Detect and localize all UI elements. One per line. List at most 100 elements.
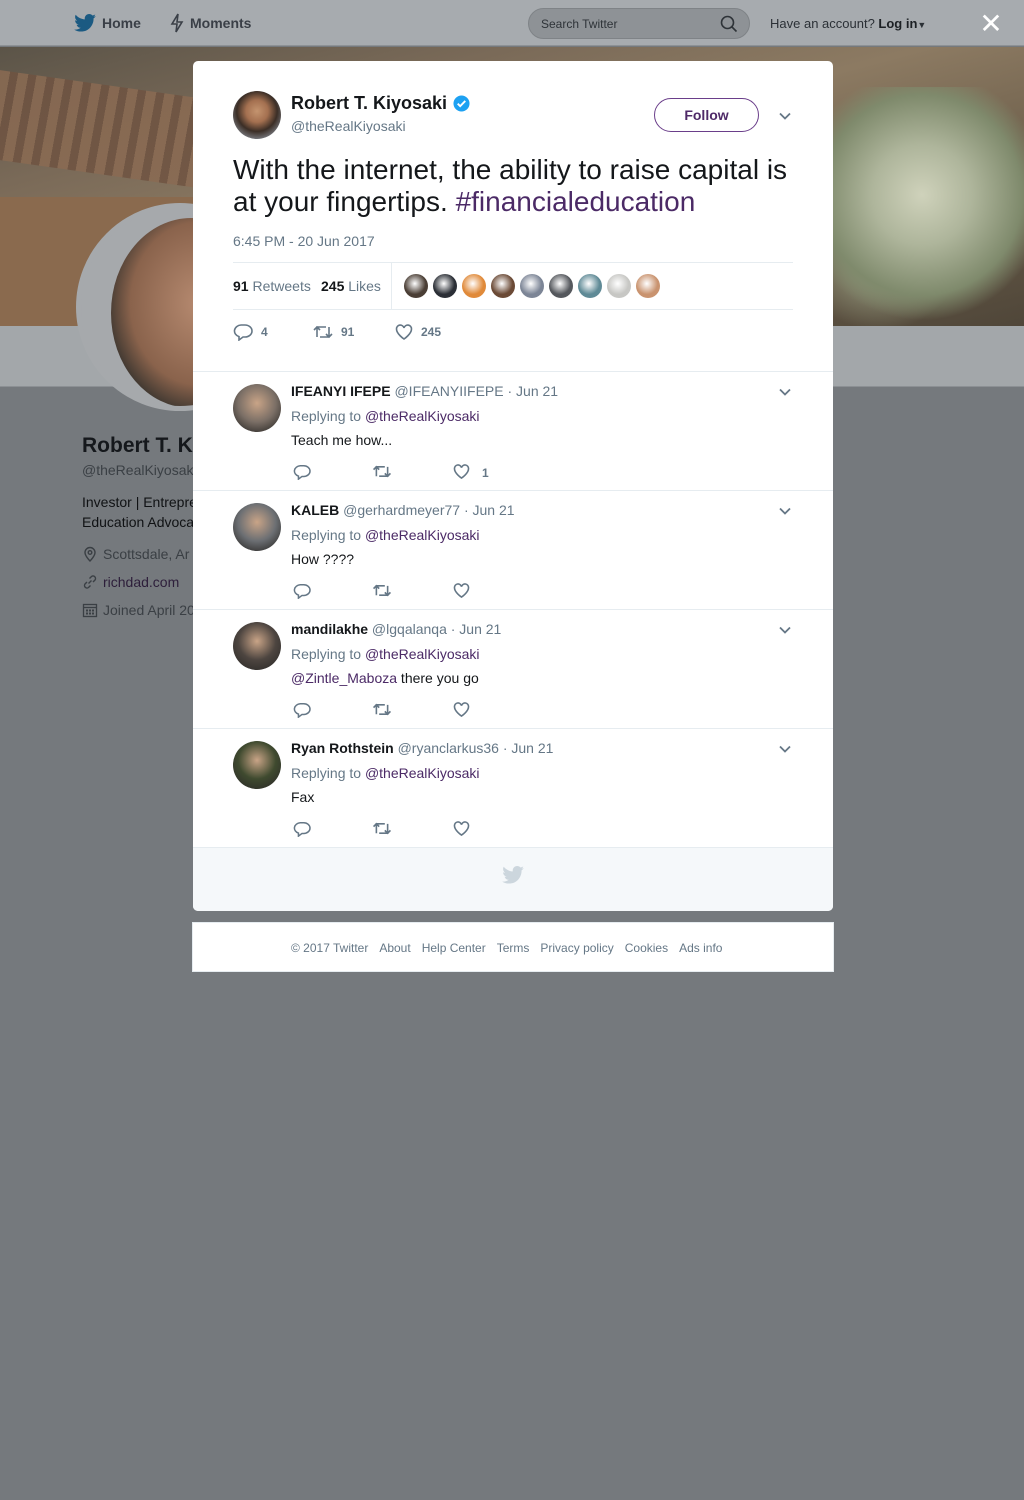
reply-retweet-action[interactable] <box>372 583 392 601</box>
liker-avatar[interactable] <box>433 274 457 298</box>
profile-website[interactable]: richdad.com <box>82 574 179 590</box>
replying-to-prefix: Replying to <box>291 765 362 781</box>
replying-to-prefix: Replying to <box>291 646 362 662</box>
reply-reply-action[interactable] <box>293 583 311 602</box>
liker-avatar[interactable] <box>491 274 515 298</box>
liker-avatar[interactable] <box>636 274 660 298</box>
liker-avatar[interactable] <box>578 274 602 298</box>
retweet-icon <box>313 325 333 339</box>
footer-help-link[interactable]: Help Center <box>422 941 486 955</box>
profile-handle: @theRealKiyosaki <box>82 462 197 478</box>
reply-author-handle[interactable]: @gerhardmeyer77 <box>343 502 460 518</box>
reply-text-body: there you go <box>397 670 479 686</box>
profile-joined-text: Joined April 20 <box>103 602 195 618</box>
reply-author-handle[interactable]: @ryanclarkus36 <box>398 740 499 756</box>
reply-like-action[interactable] <box>453 702 482 720</box>
reply-icon <box>293 702 311 721</box>
reply-action[interactable]: 4 <box>233 323 313 341</box>
reply-author-avatar[interactable] <box>233 503 281 551</box>
liker-avatar[interactable] <box>404 274 428 298</box>
replying-to-link[interactable]: @theRealKiyosaki <box>365 408 480 424</box>
reply-reply-action[interactable] <box>293 702 311 721</box>
replying-to-link[interactable]: @theRealKiyosaki <box>365 765 480 781</box>
tweet-hashtag-link[interactable]: #financialeducation <box>456 186 696 217</box>
retweet-action[interactable]: 91 <box>313 324 395 340</box>
reply-tweet[interactable]: Ryan Rothstein @ryanclarkus36 · Jun 21 Re… <box>193 728 833 847</box>
tweet-options-chevron-icon[interactable] <box>778 109 792 123</box>
tweet-author-avatar[interactable] <box>233 91 281 139</box>
link-icon <box>83 575 97 589</box>
tweet-author-handle[interactable]: @theRealKiyosaki <box>291 118 406 134</box>
search-placeholder: Search Twitter <box>541 17 618 31</box>
reply-like-action[interactable] <box>453 583 482 601</box>
reply-date[interactable]: · Jun 21 <box>507 383 558 399</box>
reply-author-name[interactable]: KALEB <box>291 502 339 518</box>
tweet-author-name[interactable]: Robert T. Kiyosaki <box>291 93 447 114</box>
reply-retweet-action[interactable] <box>372 821 392 839</box>
reply-author-name[interactable]: Ryan Rothstein <box>291 740 394 756</box>
likes-stat[interactable]: 245 Likes <box>321 278 381 294</box>
reply-options-chevron-icon[interactable] <box>778 742 792 756</box>
reply-date[interactable]: · Jun 21 <box>451 621 502 637</box>
footer-terms-link[interactable]: Terms <box>497 941 530 955</box>
tweet-timestamp[interactable]: 6:45 PM - 20 Jun 2017 <box>233 233 375 249</box>
reply-reply-action[interactable] <box>293 464 311 483</box>
reply-like-action[interactable] <box>453 821 482 839</box>
modal-footer <box>193 847 833 911</box>
login-area[interactable]: Have an account? Log in▼ <box>770 16 926 31</box>
liker-avatar[interactable] <box>549 274 573 298</box>
retweets-stat[interactable]: 91 Retweets <box>233 278 311 294</box>
nav-home[interactable]: Home <box>74 13 141 33</box>
search-icon[interactable] <box>720 15 738 33</box>
reply-header: Ryan Rothstein @ryanclarkus36 · Jun 21 <box>291 740 553 756</box>
footer-ads-link[interactable]: Ads info <box>679 941 722 955</box>
reply-icon <box>293 821 311 840</box>
reply-tweet[interactable]: IFEANYI IFEPE @IFEANYIIFEPE · Jun 21 Repl… <box>193 371 833 490</box>
stats-divider <box>391 263 392 309</box>
reply-text: Fax <box>291 789 314 805</box>
reply-author-avatar[interactable] <box>233 741 281 789</box>
reply-options-chevron-icon[interactable] <box>778 623 792 637</box>
likes-count: 245 <box>321 278 345 294</box>
reply-options-chevron-icon[interactable] <box>778 385 792 399</box>
reply-text-body: How ???? <box>291 551 355 567</box>
close-modal-button[interactable]: ✕ <box>978 10 1004 38</box>
reply-tweet[interactable]: KALEB @gerhardmeyer77 · Jun 21 Replying t… <box>193 490 833 609</box>
reply-retweet-action[interactable] <box>372 464 392 482</box>
footer-privacy-link[interactable]: Privacy policy <box>540 941 613 955</box>
reply-author-name[interactable]: IFEANYI IFEPE <box>291 383 391 399</box>
login-link[interactable]: Log in <box>878 16 917 31</box>
tweet-author-name-row[interactable]: Robert T. Kiyosaki <box>291 93 470 114</box>
reply-reply-action[interactable] <box>293 821 311 840</box>
footer-cookies-link[interactable]: Cookies <box>625 941 668 955</box>
reply-author-avatar[interactable] <box>233 622 281 670</box>
chevron-down-icon: ▼ <box>917 20 927 30</box>
top-navigation: Home Moments Search Twitter Have an acco… <box>0 0 1024 46</box>
reply-author-avatar[interactable] <box>233 384 281 432</box>
reply-author-handle[interactable]: @IFEANYIIFEPE <box>394 383 503 399</box>
liker-avatar[interactable] <box>607 274 631 298</box>
liker-avatar[interactable] <box>462 274 486 298</box>
profile-website-link[interactable]: richdad.com <box>103 574 179 590</box>
nav-moments[interactable]: Moments <box>170 13 251 33</box>
reply-options-chevron-icon[interactable] <box>778 504 792 518</box>
reply-author-name[interactable]: mandilakhe <box>291 621 368 637</box>
reply-mention-link[interactable]: @Zintle_Maboza <box>291 670 397 686</box>
like-action[interactable]: 245 <box>395 324 441 340</box>
replying-to-link[interactable]: @theRealKiyosaki <box>365 527 480 543</box>
footer-about-link[interactable]: About <box>379 941 410 955</box>
reply-tweet[interactable]: mandilakhe @lgqalanqa · Jun 21 Replying t… <box>193 609 833 728</box>
search-input[interactable]: Search Twitter <box>528 8 750 39</box>
reply-date[interactable]: · Jun 21 <box>503 740 554 756</box>
reply-date[interactable]: · Jun 21 <box>464 502 515 518</box>
reply-retweet-action[interactable] <box>372 702 392 720</box>
reply-like-action[interactable]: 1 <box>453 464 489 482</box>
replying-to-link[interactable]: @theRealKiyosaki <box>365 646 480 662</box>
verified-badge-icon <box>453 95 470 112</box>
liker-avatar[interactable] <box>520 274 544 298</box>
tweet-modal: Robert T. Kiyosaki @theRealKiyosaki Foll… <box>193 61 833 911</box>
banner-palm <box>820 87 1024 326</box>
reply-author-handle[interactable]: @lgqalanqa <box>372 621 447 637</box>
retweets-count: 91 <box>233 278 249 294</box>
follow-button[interactable]: Follow <box>654 98 759 132</box>
